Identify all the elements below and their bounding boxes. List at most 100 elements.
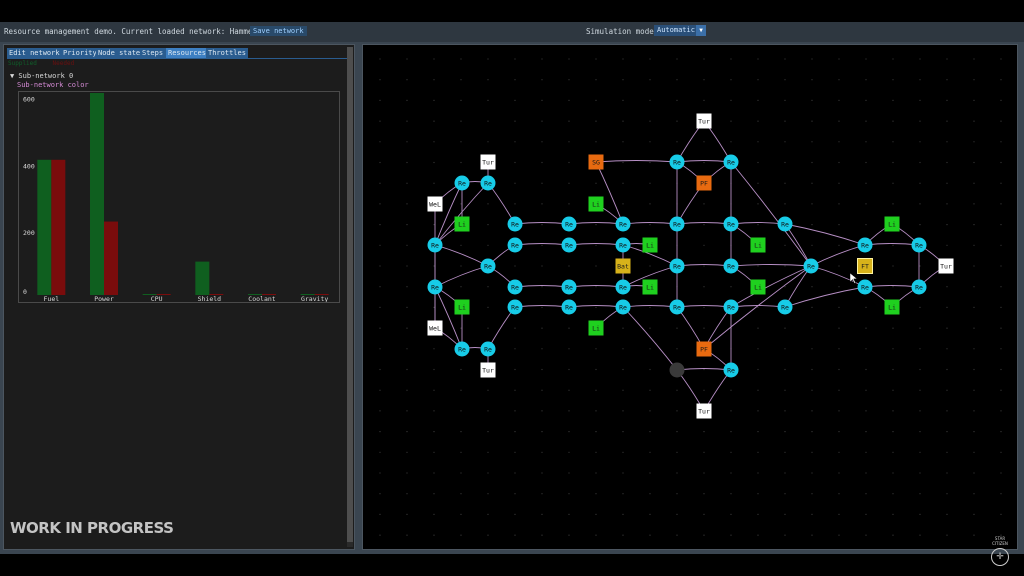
node-label: Li: [888, 221, 896, 229]
node-re21[interactable]: Re: [669, 216, 685, 232]
node-li5[interactable]: Li: [642, 237, 658, 253]
node-re8[interactable]: Re: [507, 216, 523, 232]
tab-steps[interactable]: Steps: [140, 48, 168, 58]
node-re6[interactable]: Re: [454, 341, 470, 357]
node-bat1[interactable]: Bat: [615, 258, 631, 274]
legend-needed[interactable]: Needed: [53, 60, 75, 67]
network-link: [568, 222, 624, 225]
node-re36[interactable]: Re: [911, 279, 927, 295]
network-link: [595, 161, 624, 225]
simulation-mode-select[interactable]: Automatic ▼: [654, 25, 706, 36]
legend-supplied[interactable]: Supplied: [8, 60, 37, 67]
tab-resources[interactable]: Resources: [166, 48, 208, 58]
network-graph-svg[interactable]: Tur WeL Li Re Re Re Re Re Li WeL Re Re Tur Re Re Re Re Re…: [363, 45, 1017, 549]
node-re25[interactable]: Re: [723, 154, 739, 170]
network-link: [514, 305, 570, 308]
network-canvas[interactable]: Tur WeL Li Re Re Re Re Re Li WeL Re Re Tur Re Re Re Re Re…: [362, 44, 1018, 550]
node-re32[interactable]: Re: [803, 258, 819, 274]
node-re1[interactable]: Re: [454, 175, 470, 191]
tab-node-state[interactable]: Node state: [96, 48, 142, 58]
node-re5[interactable]: Re: [427, 279, 443, 295]
node-wel2[interactable]: WeL: [427, 320, 443, 336]
bar-power-supplied: [90, 93, 104, 295]
node-re29[interactable]: Re: [723, 362, 739, 378]
subnetwork-color-label[interactable]: Sub-network color: [17, 81, 89, 89]
node-re31[interactable]: Re: [777, 299, 793, 315]
node-label: Re: [431, 242, 439, 250]
node-label: Re: [781, 304, 789, 312]
node-label: Re: [673, 159, 681, 167]
node-re9[interactable]: Re: [507, 237, 523, 253]
node-re17[interactable]: Re: [615, 237, 631, 253]
node-re2[interactable]: Re: [480, 175, 496, 191]
node-li4[interactable]: Li: [588, 320, 604, 336]
node-re35[interactable]: Re: [911, 237, 927, 253]
node-re20[interactable]: Re: [669, 154, 685, 170]
node-li8[interactable]: Li: [750, 279, 766, 295]
y-tick-label: 600: [23, 96, 35, 104]
node-tur4[interactable]: Tur: [696, 403, 712, 419]
node-re26[interactable]: Re: [723, 216, 739, 232]
node-re3[interactable]: Re: [427, 237, 443, 253]
node-label: Re: [673, 221, 681, 229]
node-re19[interactable]: Re: [615, 299, 631, 315]
tab-edit-network[interactable]: Edit network: [7, 48, 63, 58]
node-label: Re: [511, 221, 519, 229]
tab-throttles[interactable]: Throttles: [206, 48, 248, 58]
app-window: Resource management demo. Current loaded…: [0, 22, 1024, 554]
node-re12[interactable]: Re: [561, 216, 577, 232]
node-li2[interactable]: Li: [454, 299, 470, 315]
node-label: Tur: [698, 118, 710, 126]
node-shape[interactable]: [669, 362, 685, 378]
node-sg1[interactable]: SG: [588, 154, 604, 170]
node-tur3[interactable]: Tur: [696, 113, 712, 129]
node-li10[interactable]: Li: [884, 299, 900, 315]
node-tur2[interactable]: Tur: [480, 362, 496, 378]
scrollbar-thumb[interactable]: [347, 47, 353, 542]
chevron-down-icon[interactable]: ▼: [696, 25, 706, 36]
node-re7[interactable]: Re: [480, 341, 496, 357]
node-re13[interactable]: Re: [561, 237, 577, 253]
panel-scrollbar[interactable]: [347, 47, 353, 547]
node-re18[interactable]: Re: [615, 279, 631, 295]
network-link: [514, 222, 570, 225]
star-citizen-logo: STAR CITIZEN ✛: [990, 536, 1010, 566]
node-label: Li: [458, 221, 466, 229]
node-li9[interactable]: Li: [884, 216, 900, 232]
node-re16[interactable]: Re: [615, 216, 631, 232]
node-pf2[interactable]: PF: [696, 341, 712, 357]
node-re11[interactable]: Re: [507, 299, 523, 315]
node-label: Re: [619, 221, 627, 229]
network-link: [568, 305, 624, 308]
node-re4[interactable]: Re: [480, 258, 496, 274]
node-label: Li: [592, 201, 600, 209]
node-li3[interactable]: Li: [588, 196, 604, 212]
node-tur5[interactable]: Tur: [938, 258, 954, 274]
node-re33[interactable]: Re: [857, 237, 873, 253]
y-tick-label: 0: [23, 288, 27, 296]
node-re24[interactable]: [669, 362, 685, 378]
node-re28[interactable]: Re: [723, 299, 739, 315]
save-network-button[interactable]: Save network: [250, 26, 307, 36]
network-link: [622, 306, 678, 371]
node-re15[interactable]: Re: [561, 299, 577, 315]
node-re30[interactable]: Re: [777, 216, 793, 232]
node-tur1[interactable]: Tur: [480, 154, 496, 170]
node-re22[interactable]: Re: [669, 258, 685, 274]
node-ft1[interactable]: FT: [857, 258, 873, 274]
node-li6[interactable]: Li: [642, 279, 658, 295]
node-label: Re: [565, 284, 573, 292]
node-wel1[interactable]: WeL: [427, 196, 443, 212]
node-label: Re: [727, 263, 735, 271]
node-re10[interactable]: Re: [507, 279, 523, 295]
tab-priority[interactable]: Priority: [61, 48, 98, 58]
node-re23[interactable]: Re: [669, 299, 685, 315]
node-re27[interactable]: Re: [723, 258, 739, 274]
node-li7[interactable]: Li: [750, 237, 766, 253]
subnetwork-header[interactable]: ▼ Sub-network 0: [10, 72, 73, 80]
node-re14[interactable]: Re: [561, 279, 577, 295]
node-re34[interactable]: Re: [857, 279, 873, 295]
node-pf1[interactable]: PF: [696, 175, 712, 191]
node-li1[interactable]: Li: [454, 216, 470, 232]
node-label: Re: [619, 284, 627, 292]
